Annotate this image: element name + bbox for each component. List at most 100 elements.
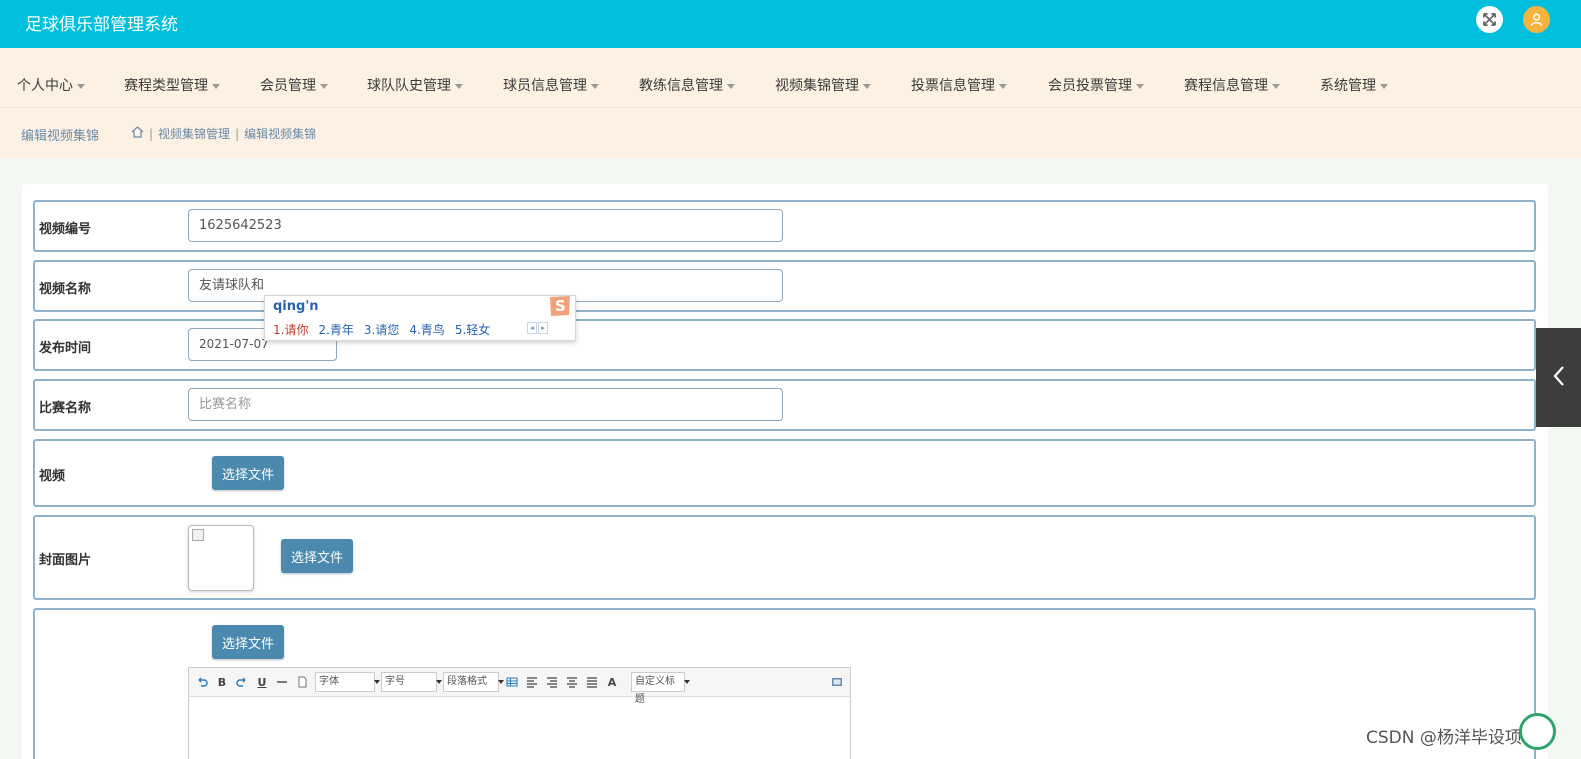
caret-down-icon: [591, 83, 599, 89]
form-row-video: 视频 选择文件: [33, 439, 1536, 507]
ime-prev-icon[interactable]: ◂: [527, 322, 537, 334]
nav-item-schedule-info[interactable]: 赛程信息管理: [1184, 75, 1280, 95]
field-label: 封面图片: [39, 553, 92, 568]
ime-candidate-popup: qing'n S 1.请你 2.青年 3.请您 4.青鸟 5.轻女 ◂ ▸: [264, 295, 576, 341]
ime-page-arrows: ◂ ▸: [527, 322, 548, 334]
nav-label: 会员管理: [260, 78, 316, 94]
align-left-icon[interactable]: [525, 675, 539, 689]
video-file-button[interactable]: 选择文件: [212, 456, 284, 490]
nav-item-vote-info[interactable]: 投票信息管理: [911, 75, 1007, 95]
caret-down-icon: [455, 83, 463, 89]
caret-down-icon: [212, 83, 220, 89]
undo-icon[interactable]: [195, 675, 209, 689]
field-label: 视频名称: [39, 282, 92, 297]
fullscreen-editor-icon[interactable]: [830, 675, 844, 689]
field-label: 发布时间: [39, 341, 92, 356]
form-row-publish-time: 发布时间 2021-07-07: [33, 319, 1536, 371]
nav-item-team-history[interactable]: 球队队史管理: [367, 75, 463, 95]
user-avatar-icon[interactable]: [1523, 6, 1550, 33]
breadcrumb-current: 编辑视频集锦: [244, 127, 317, 141]
nav-label: 个人中心: [17, 78, 73, 94]
ime-pinyin: qing'n: [273, 299, 319, 314]
watermark: CSDN @杨洋毕设项目: [1366, 728, 1539, 748]
broken-image-icon: [192, 529, 204, 541]
nav-item-schedule-type[interactable]: 赛程类型管理: [124, 75, 220, 95]
bold-icon[interactable]: B: [215, 675, 229, 689]
ime-candidate[interactable]: 2.青年: [318, 321, 353, 338]
nav-label: 赛程信息管理: [1184, 78, 1268, 94]
breadcrumb-separator: |: [149, 126, 154, 141]
content-file-button[interactable]: 选择文件: [212, 625, 284, 659]
nav-label: 教练信息管理: [639, 78, 723, 94]
nav-label: 球员信息管理: [503, 78, 587, 94]
editor-toolbar: B U 字体 字号 段落格式 A 自定义标题: [189, 668, 850, 705]
font-family-select[interactable]: 字体: [315, 672, 380, 692]
breadcrumb-parent[interactable]: 视频集锦管理: [158, 125, 230, 142]
page-title: 编辑视频集锦: [21, 129, 100, 144]
main-nav: 个人中心 赛程类型管理 会员管理 球队队史管理 球员信息管理 教练信息管理 视频…: [0, 48, 1581, 108]
caret-down-icon: [1136, 83, 1144, 89]
breadcrumb: | 视频集锦管理 | 编辑视频集锦: [131, 125, 316, 142]
nav-label: 投票信息管理: [911, 78, 995, 94]
field-label: 视频: [39, 469, 66, 484]
home-icon[interactable]: [131, 126, 144, 141]
breadcrumb-separator: |: [235, 126, 240, 141]
app-title: 足球俱乐部管理系统: [25, 15, 178, 35]
floating-circle-button[interactable]: [1519, 713, 1556, 750]
align-right-icon[interactable]: [545, 675, 559, 689]
form-row-match-name: 比赛名称 比赛名称: [33, 379, 1536, 431]
nav-item-member-vote[interactable]: 会员投票管理: [1048, 75, 1144, 95]
cover-file-button[interactable]: 选择文件: [281, 539, 353, 573]
nav-item-video-highlights[interactable]: 视频集锦管理: [775, 75, 871, 95]
underline-icon[interactable]: U: [255, 675, 269, 689]
nav-item-member[interactable]: 会员管理: [260, 75, 328, 95]
rich-text-editor[interactable]: B U 字体 字号 段落格式 A 自定义标题: [188, 667, 851, 759]
nav-label: 赛程类型管理: [124, 78, 208, 94]
ime-candidate[interactable]: 5.轻女: [455, 321, 490, 338]
caret-down-icon: [1380, 83, 1388, 89]
caret-down-icon: [863, 83, 871, 89]
table-icon[interactable]: [505, 675, 519, 689]
caret-down-icon: [999, 83, 1007, 89]
caret-down-icon: [320, 83, 328, 89]
svg-text:S: S: [555, 297, 566, 315]
ime-candidate[interactable]: 1.请你: [273, 321, 308, 338]
breadcrumb-bar: 编辑视频集锦 | 视频集锦管理 | 编辑视频集锦: [0, 108, 1581, 158]
nav-label: 会员投票管理: [1048, 78, 1132, 94]
nav-item-coach-info[interactable]: 教练信息管理: [639, 75, 735, 95]
nav-item-system[interactable]: 系统管理: [1320, 75, 1388, 95]
nav-label: 视频集锦管理: [775, 78, 859, 94]
align-justify-icon[interactable]: [585, 675, 599, 689]
video-no-input[interactable]: 1625642523: [188, 209, 783, 242]
cover-image-preview: [188, 525, 254, 591]
redo-icon[interactable]: [235, 675, 249, 689]
caret-down-icon: [1272, 83, 1280, 89]
caret-down-icon: [727, 83, 735, 89]
font-color-icon[interactable]: A: [605, 675, 619, 689]
ime-candidate[interactable]: 4.青鸟: [409, 321, 444, 338]
side-panel-toggle[interactable]: [1536, 328, 1581, 427]
ime-candidate[interactable]: 3.请您: [364, 321, 399, 338]
paragraph-select[interactable]: 段落格式: [443, 672, 504, 692]
form-row-video-no: 视频编号 1625642523: [33, 200, 1536, 252]
nav-label: 球队队史管理: [367, 78, 451, 94]
chevron-left-icon: [1552, 365, 1566, 391]
sogou-logo-icon: S: [547, 294, 573, 318]
custom-title-select[interactable]: 自定义标题: [631, 672, 690, 705]
nav-item-personal-center[interactable]: 个人中心: [17, 75, 85, 95]
font-size-select[interactable]: 字号: [381, 672, 442, 692]
fullscreen-icon[interactable]: [1476, 6, 1503, 33]
nav-label: 系统管理: [1320, 78, 1376, 94]
form-row-content: 选择文件 B U 字体 字号 段落格式 A 自定义标题: [33, 608, 1536, 759]
ime-candidates: 1.请你 2.青年 3.请您 4.青鸟 5.轻女: [273, 321, 490, 338]
ime-next-icon[interactable]: ▸: [538, 322, 548, 334]
field-label: 视频编号: [39, 222, 92, 237]
form-row-video-name: 视频名称 友请球队和: [33, 260, 1536, 312]
caret-down-icon: [77, 83, 85, 89]
match-name-input[interactable]: 比赛名称: [188, 388, 783, 421]
nav-item-player-info[interactable]: 球员信息管理: [503, 75, 599, 95]
document-icon[interactable]: [295, 675, 309, 689]
align-center-icon[interactable]: [565, 675, 579, 689]
field-label: 比赛名称: [39, 401, 92, 416]
horizontal-rule-icon[interactable]: [275, 675, 289, 689]
